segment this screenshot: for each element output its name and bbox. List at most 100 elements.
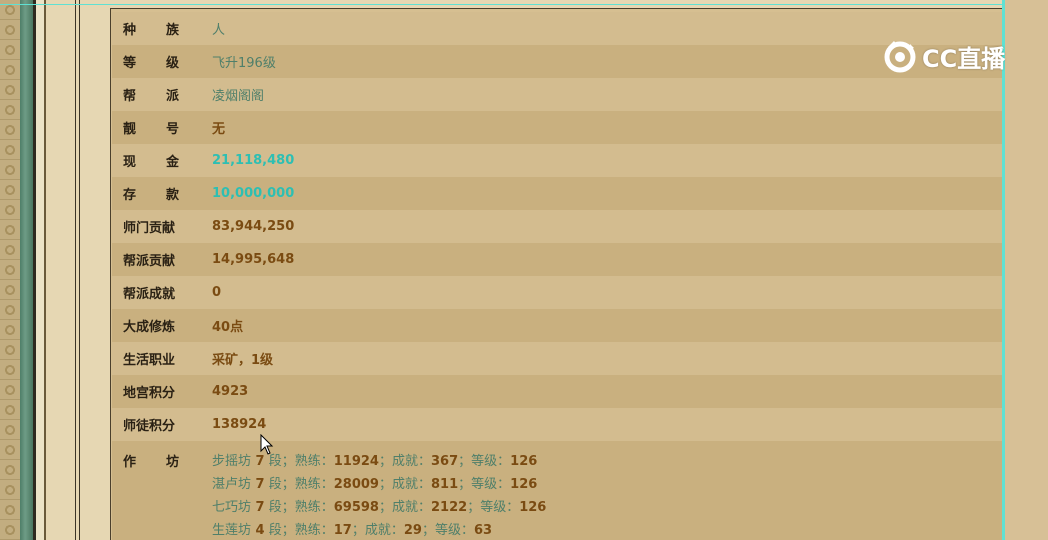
profile-row: 帮派凌烟阁阁 [112, 78, 1004, 111]
row-label: 帮派 [112, 85, 212, 104]
cc-logo-icon [884, 41, 916, 73]
row-label: 帮派贡献 [112, 250, 212, 269]
cc-watermark: CC直播 [880, 36, 1020, 76]
row-label: 种族 [112, 19, 212, 38]
workshop-text: 湛卢坊 [212, 477, 252, 492]
row-value: 21,118,480 [212, 153, 295, 168]
workshop-text: 11924 [333, 454, 379, 469]
workshop-text: 63 [473, 523, 493, 538]
workshop-text: 段；熟练： [268, 500, 334, 515]
workshop-text: 七巧坊 [212, 500, 252, 515]
row-label-text: 大成修炼 [123, 320, 176, 335]
row-label-char: 种 [123, 23, 137, 38]
row-label-char: 靓 [123, 122, 137, 137]
row-label-text: 地宫积分 [123, 386, 176, 401]
profile-row: 种族人 [112, 12, 1004, 45]
workshop-text: 生莲坊 [212, 523, 252, 538]
row-label: 地宫积分 [112, 382, 212, 401]
profile-row: 帮派贡献 14,995,648 [112, 243, 1004, 276]
inner-frame-line [75, 0, 76, 540]
workshop-text: ；成就： [378, 477, 431, 492]
row-label: 师徒积分 [112, 415, 212, 434]
workshop-text: 段；熟练： [268, 523, 334, 538]
workshop-text: 28009 [333, 477, 379, 492]
frame-cream-border [36, 0, 44, 540]
row-value: 飞升196级 [212, 56, 276, 71]
row-label: 作坊 [112, 441, 212, 470]
row-label: 现金 [112, 151, 212, 170]
row-value: 10,000,000 [212, 186, 295, 201]
profile-row: 大成修炼 40点 [112, 309, 1004, 342]
workshop-text: 126 [519, 500, 547, 515]
row-value: 无 [212, 122, 226, 137]
workshop-text: 步摇坊 [212, 454, 252, 469]
workshop-item: 七巧坊 7 段；熟练：69598；成就：2122；等级：126 [212, 496, 546, 519]
workshop-text: 7 [255, 454, 265, 469]
row-label-char: 族 [165, 23, 179, 38]
row-label-text: 师徒积分 [123, 419, 176, 434]
workshop-text: 段；熟练： [268, 477, 334, 492]
row-label: 存款 [112, 184, 212, 203]
workshop-item: 生莲坊 4 段；熟练：17；成就：29；等级：63 [212, 519, 546, 540]
row-label-char: 金 [165, 155, 179, 170]
row-label-text: 生活职业 [123, 353, 176, 368]
workshop-text: 367 [431, 454, 459, 469]
profile-row: 地宫积分 4923 [112, 375, 1004, 408]
row-label-text: 师门贡献 [123, 221, 176, 236]
row-value: 138924 [212, 417, 267, 432]
row-label: 靓号 [112, 118, 212, 137]
right-strip [1005, 0, 1048, 540]
workshop-text: ；等级： [467, 500, 520, 515]
ornamental-border [0, 0, 20, 540]
profile-row: 生活职业 采矿，1级 [112, 342, 1004, 375]
profile-row: 存款 10,000,000 [112, 177, 1004, 210]
row-label-char: 现 [123, 155, 137, 170]
row-value: 14,995,648 [212, 252, 295, 267]
workshop-text: 811 [431, 477, 459, 492]
row-label: 大成修炼 [112, 316, 212, 335]
row-value: 83,944,250 [212, 219, 295, 234]
row-label-text: 帮派成就 [123, 287, 176, 302]
workshop-text: 7 [255, 477, 265, 492]
workshop-text: ；成就： [378, 500, 431, 515]
row-label: 帮派成就 [112, 283, 212, 302]
workshop-item: 湛卢坊 7 段；熟练：28009；成就：811；等级：126 [212, 473, 546, 496]
row-label: 师门贡献 [112, 217, 212, 236]
row-label-char: 号 [165, 122, 179, 137]
workshop-text: ；成就： [351, 523, 404, 538]
workshop-text: ；成就： [378, 454, 431, 469]
row-label-char: 帮 [123, 89, 137, 104]
row-value: 4923 [212, 384, 249, 399]
frame-green-stripe [20, 0, 33, 540]
workshop-text: 126 [510, 454, 538, 469]
row-value: 采矿，1级 [212, 353, 274, 368]
row-label: 等级 [112, 52, 212, 71]
workshop-text: 7 [255, 500, 265, 515]
workshop-text: 126 [510, 477, 538, 492]
workshop-text: ；等级： [421, 523, 474, 538]
inner-frame-line [79, 0, 80, 540]
profile-table: 种族人等级飞升196级帮派凌烟阁阁靓号无现金 21,118,480 存款 10,000… [112, 12, 1004, 540]
workshop-text: 17 [333, 523, 352, 538]
mouse-cursor-icon [260, 434, 274, 455]
workshop-text: ；等级： [458, 454, 511, 469]
profile-row: 等级飞升196级 [112, 45, 1004, 78]
row-label-char: 坊 [165, 455, 179, 470]
workshop-text: 69598 [333, 500, 379, 515]
row-value: 0 [212, 285, 222, 300]
workshop-text: 4 [255, 523, 265, 538]
row-label-char: 级 [165, 56, 179, 71]
row-label-char: 派 [165, 89, 179, 104]
row-value: 人 [212, 23, 226, 38]
row-label-char: 等 [123, 56, 137, 71]
profile-row: 师门贡献 83,944,250 [112, 210, 1004, 243]
workshop-text: 2122 [431, 500, 468, 515]
row-label-char: 作 [123, 455, 137, 470]
workshop-text: 段；熟练： [268, 454, 334, 469]
row-label: 生活职业 [112, 349, 212, 368]
profile-row: 现金 21,118,480 [112, 144, 1004, 177]
profile-row: 师徒积分 138924 [112, 408, 1004, 441]
workshop-row: 作坊步摇坊 7 段；熟练：11924；成就：367；等级：126 湛卢坊 7 段；… [112, 441, 1004, 540]
row-label-text: 帮派贡献 [123, 254, 176, 269]
profile-row: 帮派成就 0 [112, 276, 1004, 309]
